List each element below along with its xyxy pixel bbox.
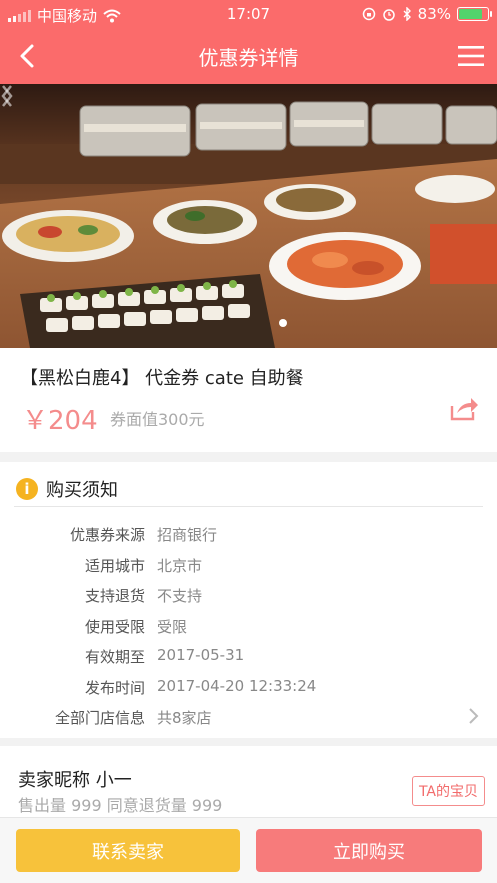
row-label: 适用城市 — [84, 556, 145, 575]
seller-nickname: 卖家昵称 小一 — [18, 770, 132, 791]
notice-title: 购买须知 — [46, 480, 118, 501]
row-value: 共8家店 — [157, 709, 212, 727]
notice-row-source: 优惠券来源 招商银行 — [0, 520, 497, 551]
carousel-dot — [293, 319, 301, 327]
page-title: 优惠券详情 — [198, 46, 299, 70]
nav-bar: 优惠券详情 — [0, 28, 497, 84]
notice-row-expiry: 有效期至 2017-05-31 — [0, 642, 497, 673]
notice-row-city: 适用城市 北京市 — [0, 551, 497, 582]
face-value: 券面值300元 — [110, 410, 205, 429]
carousel-dot — [279, 319, 287, 327]
buy-now-button[interactable]: 立即购买 — [256, 829, 482, 872]
bluetooth-icon — [403, 7, 411, 21]
info-icon: i — [16, 478, 38, 500]
buffet-photo — [0, 84, 497, 348]
status-bar: 中国移动 17:07 83% — [0, 0, 497, 28]
hero-image-carousel[interactable] — [0, 84, 497, 348]
row-label: 优惠券来源 — [69, 526, 145, 544]
product-price: ￥204 — [22, 406, 98, 436]
battery-fill — [459, 9, 483, 19]
row-value: 不支持 — [157, 587, 203, 605]
seller-items-button[interactable]: TA的宝贝 — [411, 776, 485, 806]
lock-rotation-icon — [362, 7, 375, 21]
bottom-action-bar: 联系卖家 立即购买 — [0, 817, 497, 883]
row-value: 招商银行 — [157, 526, 218, 544]
row-label: 使用受限 — [84, 617, 145, 636]
row-label: 发布时间 — [84, 678, 145, 697]
row-label: 全部门店信息 — [54, 709, 145, 727]
product-info: 【黑松白鹿4】 代金券 cate 自助餐 ￥204 券面值300元 — [0, 348, 497, 452]
contact-seller-button[interactable]: 联系卖家 — [16, 829, 240, 872]
notice-rows: 优惠券来源 招商银行 适用城市 北京市 支持退货 不支持 使用受限 受限 有效期… — [0, 520, 497, 734]
notice-row-restriction: 使用受限 受限 — [0, 612, 497, 643]
app-header: 中国移动 17:07 83% 优惠券详情 — [0, 0, 497, 84]
notice-row-stores[interactable]: 全部门店信息 共8家店 — [0, 703, 497, 734]
share-icon[interactable] — [449, 396, 479, 422]
row-label: 支持退货 — [84, 587, 145, 605]
battery-percent: 83% — [417, 5, 451, 23]
product-name: 【黑松白鹿4】 代金券 cate 自助餐 — [20, 368, 304, 389]
row-label: 有效期至 — [84, 648, 145, 666]
row-value: 北京市 — [157, 556, 203, 575]
notice-row-return: 支持退货 不支持 — [0, 581, 497, 612]
battery-icon — [457, 7, 492, 21]
purchase-notice: i 购买须知 优惠券来源 招商银行 适用城市 北京市 支持退货 不支持 使用受限… — [0, 462, 497, 738]
row-value: 2017-04-20 12:33:24 — [157, 676, 317, 695]
chevron-right-icon — [469, 708, 479, 724]
status-right: 83% — [362, 5, 492, 23]
alarm-icon — [382, 9, 395, 21]
seller-info: 卖家昵称 小一 售出量 999 同意退货量 999 拒绝退货量 999 使载成功… — [0, 746, 497, 826]
row-value: 2017-05-31 — [157, 646, 245, 664]
notice-row-published: 发布时间 2017-04-20 12:33:24 — [0, 673, 497, 704]
menu-icon[interactable] — [457, 42, 485, 70]
carousel-next-icon[interactable] — [0, 84, 14, 108]
notice-header: i 购买须知 — [16, 476, 118, 502]
divider — [14, 506, 483, 507]
row-value: 受限 — [157, 617, 188, 636]
